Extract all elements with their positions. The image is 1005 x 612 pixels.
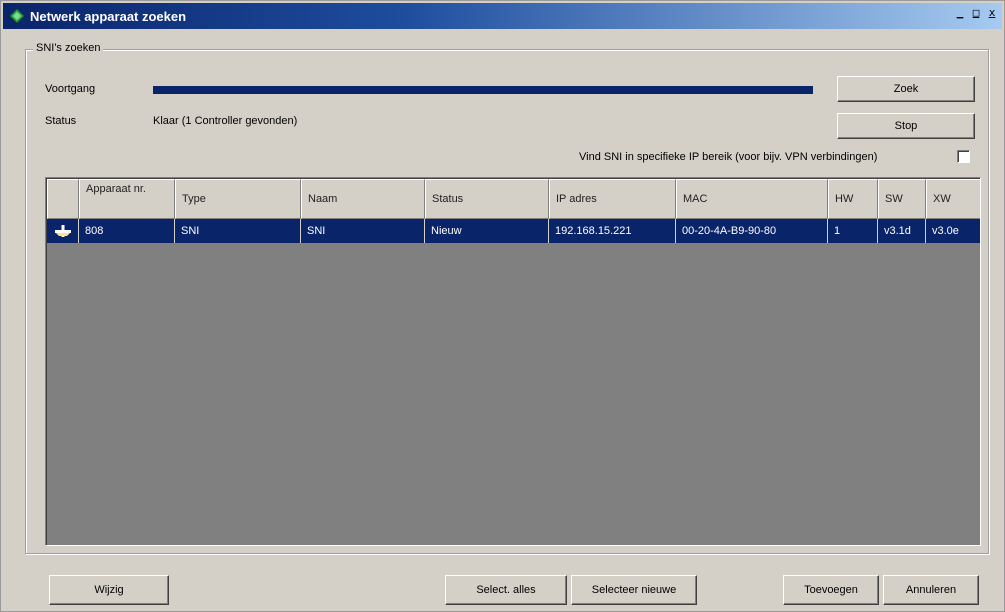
progress-fill	[153, 86, 813, 94]
column-header-xw[interactable]: XW	[926, 179, 980, 219]
column-header-device-nr[interactable]: Apparaat nr.	[79, 179, 175, 219]
cell-device-nr: 808	[79, 219, 175, 243]
row-pointer-icon	[47, 219, 79, 243]
window-controls: _ □ x	[952, 7, 1000, 21]
maximize-button[interactable]: □	[968, 7, 984, 21]
column-header-mac[interactable]: MAC	[676, 179, 828, 219]
group-title: SNI's zoeken	[33, 42, 104, 54]
status-value: Klaar (1 Controller gevonden)	[153, 115, 298, 127]
status-label: Status	[45, 115, 77, 127]
dialog-window: Netwerk apparaat zoeken _ □ x SNI's zoek…	[0, 0, 1005, 612]
minimize-button[interactable]: _	[952, 7, 968, 21]
table-row[interactable]: 808 SNI SNI Nieuw 192.168.15.221 00-20-4…	[47, 219, 980, 243]
wijzig-button[interactable]: Wijzig	[49, 575, 169, 605]
annuleren-button[interactable]: Annuleren	[883, 575, 979, 605]
column-header-hw[interactable]: HW	[828, 179, 878, 219]
cell-status: Nieuw	[425, 219, 549, 243]
close-button[interactable]: x	[984, 7, 1000, 21]
cell-hw: 1	[828, 219, 878, 243]
ip-range-label: Vind SNI in specifieke IP bereik (voor b…	[579, 151, 878, 163]
column-header-name[interactable]: Naam	[301, 179, 425, 219]
cell-ip: 192.168.15.221	[549, 219, 676, 243]
column-header-sw[interactable]: SW	[878, 179, 926, 219]
cell-xw: v3.0e	[926, 219, 980, 243]
cell-name: SNI	[301, 219, 425, 243]
app-diamond-icon	[9, 8, 25, 24]
column-header-type[interactable]: Type	[175, 179, 301, 219]
column-header-ip[interactable]: IP adres	[549, 179, 676, 219]
table-header: Apparaat nr. Type Naam Status IP adres M…	[47, 179, 980, 219]
cell-sw: v3.1d	[878, 219, 926, 243]
title-bar[interactable]: Netwerk apparaat zoeken _ □ x	[3, 3, 1002, 29]
window-title: Netwerk apparaat zoeken	[30, 8, 187, 24]
cell-type: SNI	[175, 219, 301, 243]
column-header-status[interactable]: Status	[425, 179, 549, 219]
device-table[interactable]: Apparaat nr. Type Naam Status IP adres M…	[45, 177, 981, 546]
stop-button[interactable]: Stop	[837, 113, 975, 139]
cell-mac: 00-20-4A-B9-90-80	[676, 219, 828, 243]
progress-label: Voortgang	[45, 83, 96, 95]
zoek-button[interactable]: Zoek	[837, 76, 975, 102]
select-all-button[interactable]: Select. alles	[445, 575, 567, 605]
ip-range-checkbox[interactable]	[957, 150, 970, 163]
progress-bar	[153, 86, 813, 94]
toevoegen-button[interactable]: Toevoegen	[783, 575, 879, 605]
column-header-marker[interactable]	[47, 179, 79, 219]
select-new-button[interactable]: Selecteer nieuwe	[571, 575, 697, 605]
